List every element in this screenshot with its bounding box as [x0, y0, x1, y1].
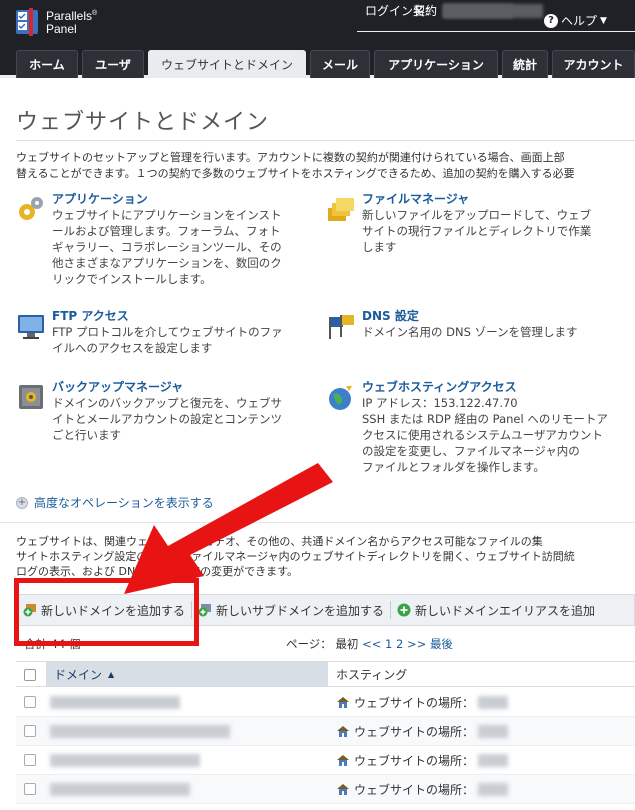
dns-flags-icon [329, 315, 354, 339]
tool-description: FTP プロトコルを介してウェブサイトのファ イルへのアクセスを設定します [52, 325, 283, 355]
table-row: ウェブサイトの場所： [16, 775, 635, 804]
hosting-cell: ウェブサイトの場所： [336, 694, 509, 711]
page-prev-link[interactable]: << [362, 637, 381, 651]
tab-websites-domains[interactable]: ウェブサイトとドメイン [148, 50, 306, 78]
tab-mail[interactable]: メール [310, 50, 370, 78]
page-last-link[interactable]: 最後 [430, 637, 453, 651]
tool-title[interactable]: アプリケーション [52, 190, 148, 207]
divider [16, 140, 635, 141]
gears-icon [19, 197, 43, 220]
intro-text: ウェブサイトのセットアップと管理を行います。アカウントに複数の契約が関連付けられ… [16, 150, 635, 182]
page-first: 最初 [335, 637, 359, 651]
hosting-label: ウェブサイトの場所： [354, 696, 475, 710]
hosting-label: ウェブサイトの場所： [354, 754, 475, 768]
column-hosting[interactable]: ホスティング [336, 662, 407, 687]
house-icon [337, 755, 349, 766]
house-icon [337, 697, 349, 708]
table-row: ウェブサイトの場所： [16, 746, 635, 775]
tool-description: ドメインのバックアップと復元を、ウェブサ イトとメールアカウントの設定とコンテンツ… [52, 396, 282, 442]
column-domain-label: ドメイン [54, 668, 103, 682]
annotation-highlight-box [14, 578, 199, 646]
tab-home[interactable]: ホーム [16, 50, 78, 78]
tab-users[interactable]: ユーザ [82, 50, 144, 78]
hosting-cell: ウェブサイトの場所： [336, 781, 509, 798]
hosting-cell: ウェブサイトの場所： [336, 723, 509, 740]
main-tabs: ホーム ユーザ ウェブサイトとドメイン メール アプリケーション 統計 アカウン… [0, 46, 635, 78]
add-subdomain-icon [198, 604, 212, 617]
row-checkbox[interactable] [24, 725, 36, 737]
table-row: ウェブサイトの場所： [16, 717, 635, 746]
page-title: ウェブサイトとドメイン [16, 110, 270, 135]
domain-name-redacted[interactable] [50, 725, 230, 738]
domain-name-redacted[interactable] [50, 696, 180, 709]
hosting-label: ウェブサイトの場所： [354, 725, 475, 739]
row-checkbox[interactable] [24, 783, 36, 795]
top-header: Parallels® Panel ログイン名： 契約 ? ヘルプ ▼ [0, 0, 635, 46]
row-checkbox[interactable] [24, 754, 36, 766]
page-2-link[interactable]: 2 [396, 637, 403, 651]
show-advanced-operations-link[interactable]: + 高度なオペレーションを表示する [16, 494, 214, 511]
house-icon [337, 726, 349, 737]
websites-description: ウェブサイトは、関連ウェブ ビデオ、その他の、共通ドメイン名からアクセス可能なフ… [16, 535, 575, 578]
hosting-value-redacted[interactable] [478, 783, 509, 796]
column-domain[interactable]: ドメイン ▲ [46, 662, 328, 687]
tab-statistics[interactable]: 統計 [502, 50, 548, 78]
page-1-link[interactable]: 1 [385, 637, 392, 651]
divider [0, 522, 635, 523]
ftp-monitor-icon [18, 315, 44, 339]
help-menu[interactable]: ? ヘルプ ▼ [544, 12, 607, 29]
add-domain-alias-button[interactable]: 新しいドメインエイリアスを追加 [391, 595, 601, 625]
domain-name-redacted[interactable] [50, 783, 190, 796]
page-label: ページ： [286, 637, 332, 651]
tool-title[interactable]: ファイルマネージャ [362, 190, 469, 207]
hosting-value-redacted[interactable] [478, 696, 509, 709]
select-all-checkbox[interactable] [24, 669, 36, 681]
row-checkbox[interactable] [24, 696, 36, 708]
tab-account[interactable]: アカウント [552, 50, 635, 78]
add-subdomain-button[interactable]: 新しいサブドメインを追加する [192, 595, 390, 625]
hosting-label: ウェブサイトの場所： [354, 783, 475, 797]
advanced-label: 高度なオペレーションを表示する [34, 496, 214, 510]
parallels-logo-icon [16, 8, 38, 36]
tool-description: ウェブサイトにアプリケーションをインスト ールおよび管理します。フォーラム、フォト… [52, 208, 282, 286]
help-icon: ? [544, 13, 558, 28]
pagination: ページ： 最初 << 1 2 >> 最後 [286, 636, 453, 652]
contract-value-redacted [443, 4, 543, 18]
tab-applications[interactable]: アプリケーション [374, 50, 498, 78]
tool-title[interactable]: FTP アクセス [52, 307, 129, 324]
hosting-value-redacted[interactable] [478, 725, 509, 738]
expand-plus-icon: + [16, 496, 28, 509]
tool-description: ドメイン名用の DNS ゾーンを管理します [362, 325, 578, 339]
intro-line: ウェブサイトのセットアップと管理を行います。アカウントに複数の契約が関連付けられ… [16, 151, 565, 164]
hosting-value-redacted[interactable] [478, 754, 509, 767]
folders-icon [328, 198, 354, 221]
tool-title[interactable]: DNS 設定 [362, 307, 419, 324]
domains-table-header: ドメイン ▲ ホスティング [16, 661, 635, 687]
house-icon [337, 784, 349, 795]
add-alias-label: 新しいドメインエイリアスを追加 [415, 603, 596, 618]
brand-name: Parallels® Panel [46, 9, 98, 36]
help-label: ヘルプ [561, 14, 598, 28]
sort-ascending-icon: ▲ [108, 670, 115, 679]
tool-description: 新しいファイルをアップロードして、ウェブ サイトの現行ファイルとディレクトリで作業… [362, 208, 592, 254]
intro-line: 替えることができます。１つの契約で多数のウェブサイトをホスティングできるため、追… [16, 167, 575, 180]
add-subdomain-label: 新しいサブドメインを追加する [216, 603, 385, 618]
hosting-cell: ウェブサイトの場所： [336, 752, 509, 769]
globe-icon [329, 386, 352, 410]
add-alias-icon [397, 603, 411, 617]
contract-label: 契約 [412, 4, 437, 18]
column-hosting-label: ホスティング [336, 668, 408, 682]
tool-title[interactable]: バックアップマネージャ [52, 378, 183, 395]
chevron-down-icon: ▼ [600, 15, 607, 26]
domain-name-redacted[interactable] [50, 754, 200, 767]
table-row: ウェブサイトの場所： [16, 688, 635, 717]
page-next-link[interactable]: >> [407, 637, 426, 651]
safe-icon [19, 385, 43, 409]
tool-title[interactable]: ウェブホスティングアクセス [362, 378, 517, 395]
tool-description: IP アドレス：153.122.47.70 SSH または RDP 経由の Pan… [362, 396, 608, 474]
